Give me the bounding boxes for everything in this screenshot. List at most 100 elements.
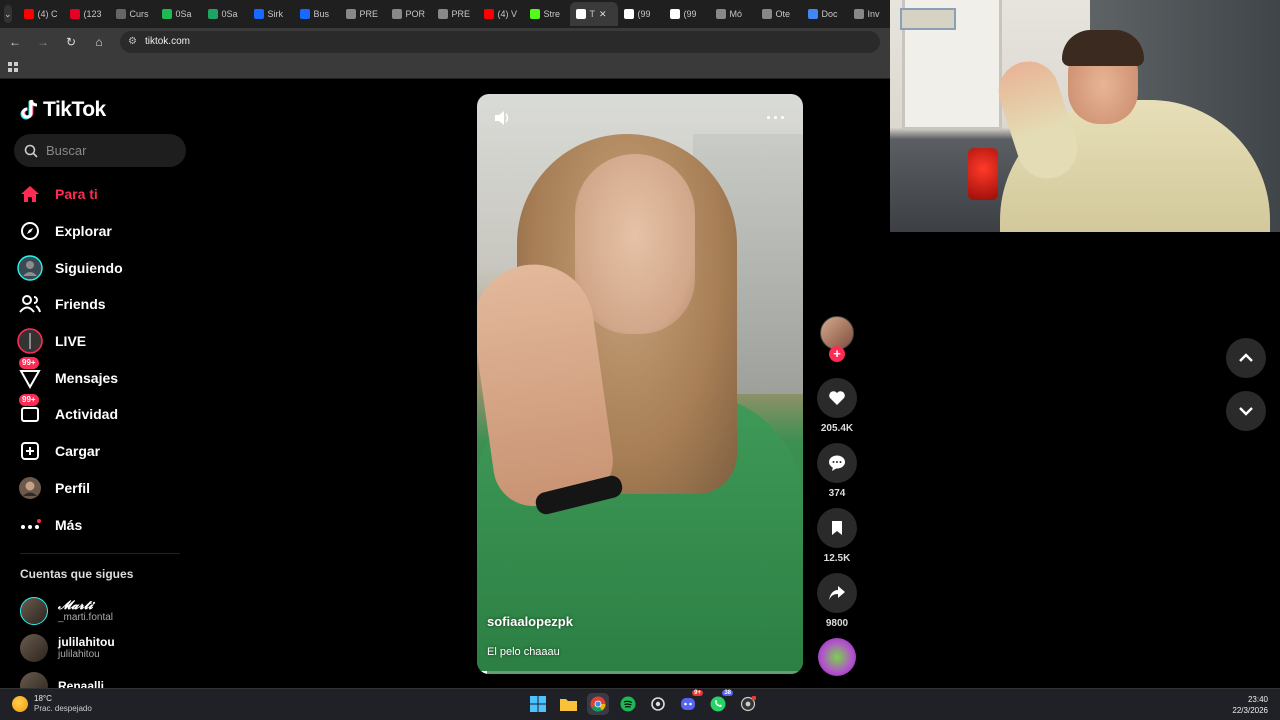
following-account[interactable]: Renaalli bbox=[20, 672, 104, 688]
share-button[interactable] bbox=[817, 573, 857, 613]
site-info-icon[interactable]: ⚙ bbox=[128, 36, 137, 47]
like-button[interactable] bbox=[817, 378, 857, 418]
tab-favicon-icon bbox=[483, 9, 494, 19]
volume-icon[interactable] bbox=[493, 110, 511, 126]
browser-tab[interactable]: Stre bbox=[524, 2, 570, 26]
apps-grid-icon[interactable] bbox=[8, 61, 18, 72]
tab-label: T bbox=[589, 9, 596, 19]
video-username[interactable]: sofiaalopezpk bbox=[487, 614, 573, 629]
windows-start-icon[interactable] bbox=[527, 693, 549, 715]
tab-label: Bus bbox=[313, 9, 330, 19]
steam-icon[interactable] bbox=[647, 693, 669, 715]
nav-item-explorar[interactable]: Explorar bbox=[17, 213, 123, 250]
webcam-person-hair bbox=[1062, 30, 1144, 66]
browser-tab[interactable]: Curs bbox=[110, 2, 156, 26]
browser-tab[interactable]: (123 bbox=[64, 2, 110, 26]
tab-search-menu-button[interactable]: ⌄ bbox=[4, 5, 12, 23]
follow-plus-button[interactable]: + bbox=[829, 346, 845, 362]
nav-item-cargar[interactable]: Cargar bbox=[17, 433, 123, 470]
following-account[interactable]: 𝓜𝓪𝓻𝓽𝓲 _marti.fontal bbox=[20, 597, 113, 625]
browser-tab[interactable]: Sirk bbox=[248, 2, 294, 26]
account-handle: julilahitou bbox=[58, 649, 100, 660]
following-account[interactable]: julilahitou julilahitou bbox=[20, 634, 115, 662]
clock-time: 23:40 bbox=[1247, 695, 1268, 704]
tab-label: Curs bbox=[129, 9, 149, 19]
tab-label: 0Sa bbox=[175, 9, 192, 19]
creator-avatar[interactable] bbox=[820, 316, 854, 350]
discord-icon[interactable]: 9+ bbox=[677, 690, 703, 715]
browser-tab[interactable]: T ✕ bbox=[569, 2, 618, 26]
video-progress-bar[interactable] bbox=[477, 671, 803, 674]
nav-item-live[interactable]: LIVE bbox=[17, 323, 123, 360]
browser-tab[interactable]: PRE bbox=[340, 2, 386, 26]
forward-icon[interactable]: → bbox=[36, 35, 50, 49]
tab-label: Doc bbox=[821, 9, 838, 19]
more-options-icon[interactable]: ··· bbox=[766, 108, 787, 129]
system-clock[interactable]: 23:40 22/3/2026 bbox=[1232, 694, 1268, 716]
home-page-icon[interactable]: ⌂ bbox=[92, 35, 106, 49]
browser-tab[interactable]: (99 bbox=[664, 2, 710, 26]
tab-label: Sirk bbox=[267, 9, 284, 19]
url-field[interactable]: ⚙ tiktok.com bbox=[120, 30, 880, 53]
reload-icon[interactable]: ↻ bbox=[64, 35, 78, 49]
video-player[interactable]: ··· sofiaalopezpk El pelo chaaau bbox=[477, 94, 803, 674]
account-name: Renaalli bbox=[58, 679, 105, 688]
video-frame-face bbox=[575, 154, 695, 334]
back-icon[interactable]: ← bbox=[8, 35, 22, 49]
previous-video-button[interactable] bbox=[1226, 338, 1266, 378]
spotify-icon[interactable] bbox=[617, 693, 639, 715]
tab-label: PRE bbox=[359, 9, 379, 19]
browser-tab[interactable]: Ote bbox=[756, 2, 802, 26]
divider bbox=[20, 553, 180, 554]
browser-tab[interactable]: 0Sa bbox=[202, 2, 248, 26]
browser-tab[interactable]: Mó bbox=[710, 2, 756, 26]
nav-item-label: Para ti bbox=[55, 186, 98, 203]
browser-tab[interactable]: POR bbox=[386, 2, 432, 26]
nav-item-siguiendo[interactable]: Siguiendo bbox=[17, 249, 123, 286]
browser-tab[interactable]: (4) C bbox=[18, 2, 64, 26]
save-button[interactable] bbox=[817, 508, 857, 548]
tab-favicon-icon bbox=[253, 9, 264, 19]
tiktok-sidebar: TikTok Buscar Para ti Explorar Siguiendo Fr… bbox=[0, 80, 200, 688]
browser-tab[interactable]: PRE bbox=[432, 2, 478, 26]
tab-favicon-icon bbox=[807, 9, 818, 19]
music-disc-icon[interactable] bbox=[818, 638, 856, 676]
nav-item-friends[interactable]: Friends bbox=[17, 286, 123, 323]
share-arrow-icon bbox=[829, 586, 845, 600]
bookmarks-bar bbox=[0, 55, 890, 79]
browser-tab[interactable]: Inv bbox=[848, 2, 894, 26]
browser-tab[interactable]: 0Sa bbox=[156, 2, 202, 26]
share-count: 9800 bbox=[825, 618, 849, 629]
nav-item-actividad[interactable]: 99+ Actividad bbox=[17, 394, 123, 433]
browser-tab[interactable]: Doc bbox=[802, 2, 848, 26]
tab-favicon-icon bbox=[669, 9, 680, 19]
whatsapp-badge: 38 bbox=[722, 690, 733, 696]
bookmark-icon bbox=[832, 521, 842, 535]
search-input[interactable]: Buscar bbox=[14, 134, 186, 167]
nav-item-para-ti[interactable]: Para ti bbox=[17, 176, 123, 213]
brand-name: TikTok bbox=[43, 98, 106, 121]
browser-tab[interactable]: Bus bbox=[294, 2, 340, 26]
tab-favicon-icon bbox=[715, 9, 726, 19]
compass-icon bbox=[17, 218, 43, 244]
tiktok-logo[interactable]: TikTok bbox=[20, 98, 106, 122]
browser-tab[interactable]: (4) V bbox=[478, 2, 524, 26]
browser-tab[interactable]: (99 bbox=[618, 2, 664, 26]
weather-sun-icon bbox=[12, 696, 28, 712]
whatsapp-icon[interactable]: 38 bbox=[707, 690, 733, 715]
tab-favicon-icon bbox=[437, 9, 448, 19]
tab-close-icon[interactable]: ✕ bbox=[599, 9, 607, 20]
nav-item-perfil[interactable]: Perfil bbox=[17, 470, 123, 507]
tab-label: (4) V bbox=[497, 9, 518, 19]
upload-icon bbox=[17, 438, 43, 464]
tab-label: Stre bbox=[543, 9, 561, 19]
obs-record-icon[interactable] bbox=[737, 693, 759, 715]
tab-favicon-icon bbox=[207, 9, 218, 19]
nav-item-mensajes[interactable]: 99+ Mensajes bbox=[17, 357, 123, 396]
chrome-icon[interactable] bbox=[587, 693, 609, 715]
comment-button[interactable] bbox=[817, 443, 857, 483]
nav-item-m-s[interactable]: Más bbox=[17, 506, 123, 543]
file-explorer-icon[interactable] bbox=[557, 693, 579, 715]
next-video-button[interactable] bbox=[1226, 391, 1266, 431]
weather-widget[interactable]: 18°C Prac. despejado bbox=[12, 694, 92, 714]
